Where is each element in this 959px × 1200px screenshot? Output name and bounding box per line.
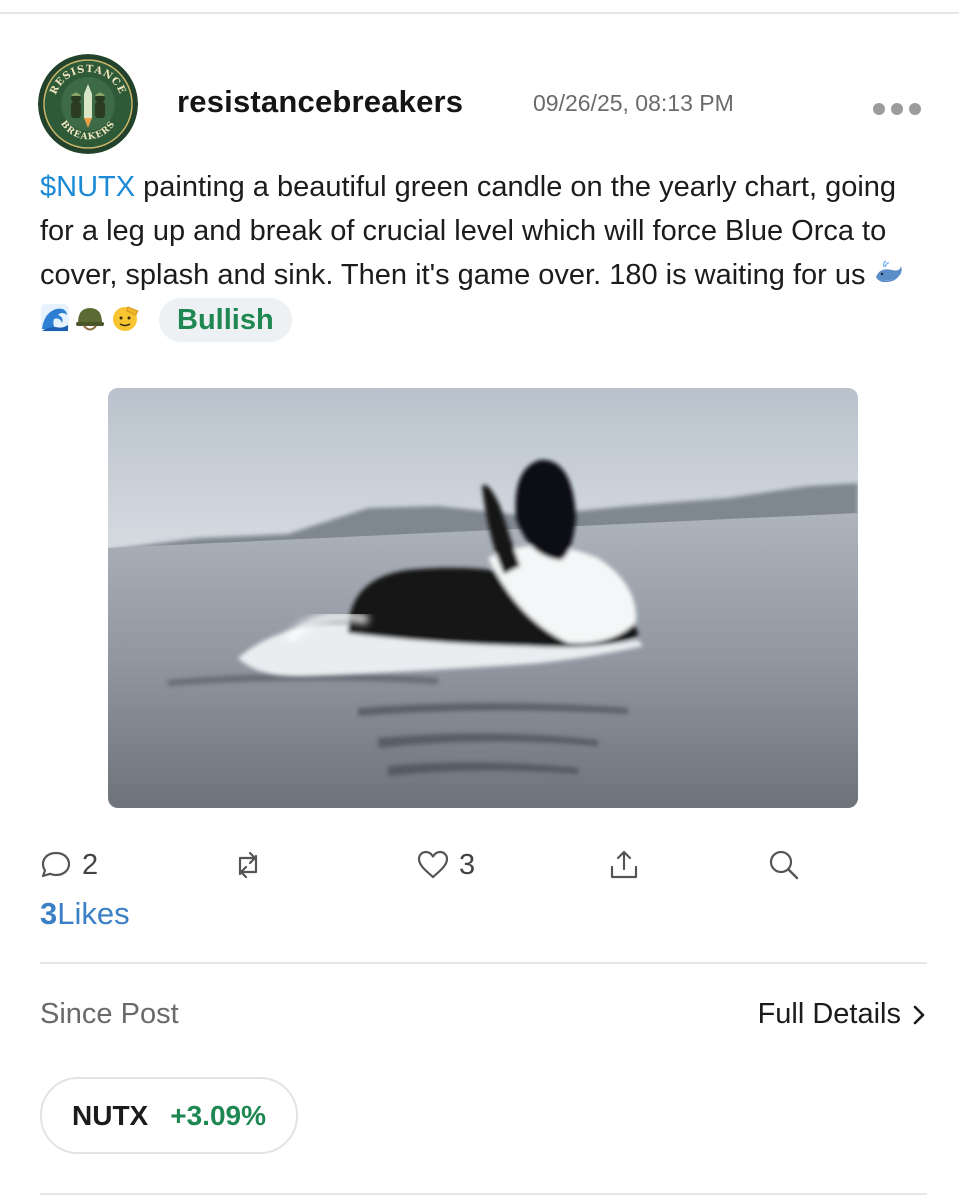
likes-summary-label: Likes (57, 896, 130, 931)
comment-icon (41, 851, 71, 878)
post-timestamp: 09/26/25, 08:13 PM (533, 90, 734, 116)
more-dot (891, 103, 903, 115)
bottom-divider (40, 1193, 927, 1195)
post-username[interactable]: resistancebreakers (177, 84, 463, 120)
likes-summary-count: 3 (40, 896, 58, 931)
sentiment-badge: Bullish (159, 298, 292, 343)
saluting-face-emoji-icon (113, 306, 139, 331)
like-count: 3 (459, 848, 476, 881)
top-divider (0, 12, 959, 14)
search-button[interactable] (766, 840, 802, 890)
since-post-label: Since Post (40, 998, 179, 1030)
post-image-orca[interactable] (108, 388, 858, 808)
heart-icon (417, 850, 449, 879)
chevron-right-icon (913, 1005, 925, 1024)
user-avatar[interactable]: RESISTANCE BREAKERS (38, 54, 138, 154)
more-options-button[interactable] (866, 96, 928, 122)
orca-breaching-image (108, 388, 858, 808)
likes-summary-link[interactable]: 3Likes (40, 896, 130, 932)
cashtag-link[interactable]: $NUTX (40, 171, 135, 203)
repost-icon (238, 851, 258, 879)
like-button[interactable]: 3 (415, 840, 475, 890)
whale-emoji-icon (875, 260, 902, 283)
repost-button[interactable] (230, 840, 266, 890)
comment-count: 2 (82, 848, 99, 881)
post-text: painting a beautiful green candle on the… (40, 171, 897, 291)
post-body: $NUTX painting a beautiful green candle … (40, 165, 930, 343)
military-helmet-emoji-icon (76, 308, 104, 331)
search-icon (769, 850, 799, 880)
share-button[interactable] (606, 840, 642, 890)
ticker-symbol: NUTX (72, 1099, 149, 1131)
more-dot (909, 103, 921, 115)
comment-button[interactable]: 2 (38, 840, 98, 890)
resistance-breakers-logo-icon: RESISTANCE BREAKERS (38, 54, 138, 154)
more-dot (873, 103, 885, 115)
ticker-change: +3.09% (170, 1099, 266, 1131)
water-wave-emoji-icon (41, 304, 69, 332)
full-details-link[interactable]: Full Details (758, 998, 929, 1031)
share-icon (610, 850, 638, 879)
section-divider (40, 962, 927, 964)
ticker-performance-pill[interactable]: NUTX +3.09% (40, 1077, 298, 1154)
full-details-label: Full Details (757, 998, 901, 1030)
post-actions-bar: 2 3 (0, 840, 959, 890)
